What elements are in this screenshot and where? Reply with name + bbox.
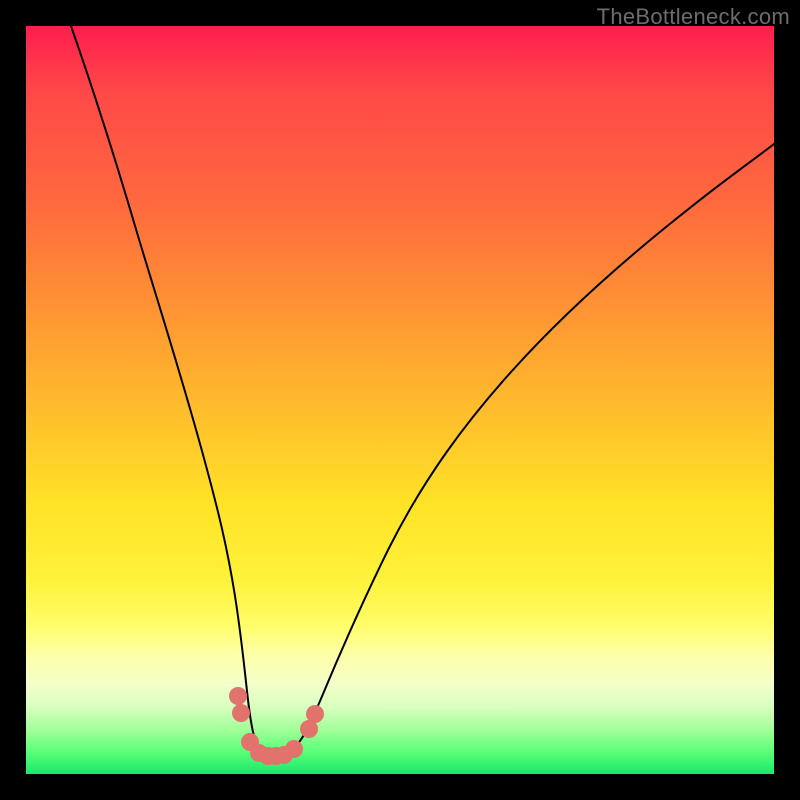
marker-dot [232, 704, 250, 722]
bottleneck-curve [71, 26, 774, 757]
marker-dot [306, 705, 324, 723]
marker-dot [229, 687, 247, 705]
watermark-text: TheBottleneck.com [597, 4, 790, 30]
marker-dot [285, 740, 303, 758]
curve-layer [71, 26, 774, 757]
chart-svg [26, 26, 774, 774]
chart-frame: TheBottleneck.com [0, 0, 800, 800]
plot-area [26, 26, 774, 774]
marker-layer [229, 687, 324, 765]
